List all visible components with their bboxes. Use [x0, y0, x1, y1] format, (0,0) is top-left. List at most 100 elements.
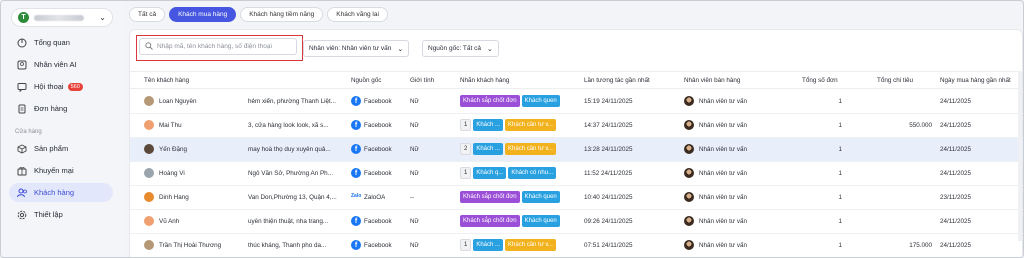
customer-name[interactable]: Hoàng Vi — [159, 170, 243, 177]
last-purchase-date: 24/11/2025 — [940, 98, 972, 105]
column-header[interactable]: Lần tương tác gần nhất — [584, 77, 650, 84]
table-row[interactable]: Vũ Anh uyễn thiện thuật, nha trang... f Fac… — [130, 210, 1023, 234]
customer-tags[interactable]: Khách sắp chốt đơn Khách quen — [460, 95, 560, 107]
customer-tags[interactable]: 1 Khách ... Khách cần tư v... — [460, 119, 556, 131]
search-input[interactable] — [157, 43, 296, 50]
column-header[interactable]: Nhãn khách hàng — [460, 77, 509, 84]
gender-value: Nữ — [410, 98, 419, 105]
customer-tags[interactable]: 1 Khách ... Khách cần tư v... — [460, 239, 556, 251]
customer-tag: Khách sắp chốt đơn — [460, 191, 520, 203]
facebook-icon: f — [351, 216, 361, 226]
customer-tags[interactable]: Khách sắp chốt đơn Khách quen — [460, 215, 560, 227]
total-spend: 175.000 — [909, 242, 932, 249]
settings-icon — [16, 209, 28, 221]
table-row[interactable]: Dinh Hang Van Don,Phường 13, Quận 4,... Za… — [130, 186, 1023, 210]
facebook-icon: f — [351, 144, 361, 154]
sidebar-item-conversations[interactable]: Hội thoại 560 — [9, 77, 113, 96]
column-header[interactable]: Nhân viên bán hàng — [684, 77, 740, 84]
order-count: 1 — [838, 146, 842, 153]
order-count: 1 — [838, 242, 842, 249]
last-interaction: 15:19 24/11/2025 — [584, 98, 633, 105]
customer-name[interactable]: Loan Nguyễn — [159, 98, 243, 105]
customer-name[interactable]: Dinh Hang — [159, 194, 243, 201]
source-filter[interactable]: Nguồn gốc: Tất cả ⌄ — [422, 40, 499, 57]
customer-tags[interactable]: Khách sắp chốt đơn Khách quen — [460, 191, 560, 203]
table-row[interactable]: Trần Thị Hoài Thương thúc kháng, Thanh ph… — [130, 234, 1023, 257]
customer-tag: Khách quen — [521, 95, 560, 107]
sidebar-item-settings[interactable]: Thiết lập — [9, 205, 113, 224]
customer-name[interactable]: Trần Thị Hoài Thương — [159, 242, 243, 249]
customer-name[interactable]: Yến Đặng — [159, 146, 243, 153]
gender-value: Nữ — [410, 242, 419, 249]
staff-avatar — [684, 192, 694, 202]
source-value: Facebook — [364, 122, 392, 129]
staff-name: Nhân viên tư vấn — [699, 218, 747, 225]
tab-potential-customers[interactable]: Khách hàng tiềm năng — [240, 7, 324, 22]
customer-tag: Khách ... — [473, 143, 504, 155]
customer-tag: Khách q... — [473, 167, 507, 179]
customer-avatar — [144, 96, 154, 106]
sidebar-item-promotions[interactable]: Khuyến mại — [9, 161, 113, 180]
ai-agent-icon — [16, 59, 28, 71]
customer-tag: Khách ... — [473, 119, 504, 131]
sidebar-item-label: Khách hàng — [34, 188, 75, 197]
sidebar-item-orders[interactable]: Đơn hàng — [9, 99, 113, 118]
sidebar-item-ai-staff[interactable]: Nhân viên AI — [9, 55, 113, 74]
staff-name: Nhân viên tư vấn — [699, 194, 747, 201]
customer-tags[interactable]: 1 Khách q... Khách có nhu... — [460, 167, 557, 179]
column-header[interactable]: Ngày mua hàng gần nhất — [940, 77, 1011, 84]
table-row[interactable]: Hoàng Vi Ngô Văn Sở, Phường An Ph... f Face… — [130, 162, 1023, 186]
customer-avatar — [144, 120, 154, 130]
staff-name: Nhân viên tư vấn — [699, 122, 747, 129]
table-row[interactable]: Loan Nguyễn hẻm xiển, phường Thanh Liệt..… — [130, 90, 1023, 114]
table-row[interactable]: Mai Thu 3, cửa hàng look look, xã s... f Fa… — [130, 114, 1023, 138]
tag-count: 2 — [460, 143, 472, 155]
column-header[interactable]: Tổng số đơn — [802, 77, 838, 84]
table-scrollbar[interactable] — [1018, 71, 1022, 241]
source-value: ZaloOA — [364, 194, 386, 201]
zalo-icon: Zalo — [351, 193, 362, 199]
source-value: Facebook — [364, 218, 392, 225]
customer-name[interactable]: Vũ Anh — [159, 218, 243, 225]
customer-avatar — [144, 168, 154, 178]
column-header[interactable]: Giới tính — [410, 77, 434, 84]
customers-icon — [16, 187, 28, 199]
sidebar-item-overview[interactable]: Tổng quan — [9, 33, 113, 52]
customer-address: Ngô Văn Sở, Phường An Ph... — [248, 170, 333, 177]
customer-tag: Khách ... — [473, 239, 504, 251]
tag-count: 1 — [460, 167, 472, 179]
search-field[interactable] — [139, 38, 297, 55]
staff-avatar — [684, 168, 694, 178]
sidebar-item-products[interactable]: Sản phẩm — [9, 139, 113, 158]
customer-name[interactable]: Mai Thu — [159, 122, 243, 129]
tab-all[interactable]: Tất cả — [129, 7, 166, 22]
order-count: 1 — [838, 218, 842, 225]
customer-address: hẻm xiển, phường Thanh Liệt... — [248, 98, 337, 105]
column-header[interactable]: Tổng chi tiêu — [877, 77, 913, 84]
staff-filter[interactable]: Nhân viên: Nhân viên tư vấn ⌄ — [303, 40, 410, 57]
sidebar-item-label: Đơn hàng — [34, 104, 68, 113]
customer-tags[interactable]: 2 Khách ... Khách cần tư v... — [460, 143, 556, 155]
sidebar-item-customers[interactable]: Khách hàng — [9, 183, 113, 202]
customer-tag: Khách sắp chốt đơn — [460, 95, 520, 107]
order-count: 1 — [838, 98, 842, 105]
customer-tabs: Tất cả Khách mua hàng Khách hàng tiềm nă… — [129, 7, 388, 22]
customer-tag: Khách cần tư v... — [505, 143, 556, 155]
sidebar-item-label: Hội thoại — [34, 82, 64, 91]
store-logo-icon: T — [18, 12, 29, 23]
store-selector[interactable]: T ⌄ — [11, 8, 113, 27]
last-interaction: 13:28 24/11/2025 — [584, 146, 633, 153]
customer-address: may hoà thọ duy xuyên quả... — [248, 146, 331, 153]
tab-walk-in-customers[interactable]: Khách vãng lai — [327, 7, 388, 22]
staff-name: Nhân viên tư vấn — [699, 146, 747, 153]
gender-value: Nữ — [410, 218, 419, 225]
tab-buying-customers[interactable]: Khách mua hàng — [169, 7, 237, 22]
column-header[interactable]: Nguồn gốc — [351, 77, 381, 84]
source-value: Facebook — [364, 98, 392, 105]
last-interaction: 11:52 24/11/2025 — [584, 170, 633, 177]
dashboard-icon — [16, 37, 28, 49]
column-header[interactable]: Tên khách hàng — [144, 77, 189, 84]
table-header: Tên khách hàng Nguồn gốc Giới tính Nhãn … — [130, 71, 1023, 89]
customer-tag: Khách quen — [521, 191, 560, 203]
table-row[interactable]: Yến Đặng may hoà thọ duy xuyên quả... f Fac… — [130, 138, 1023, 162]
